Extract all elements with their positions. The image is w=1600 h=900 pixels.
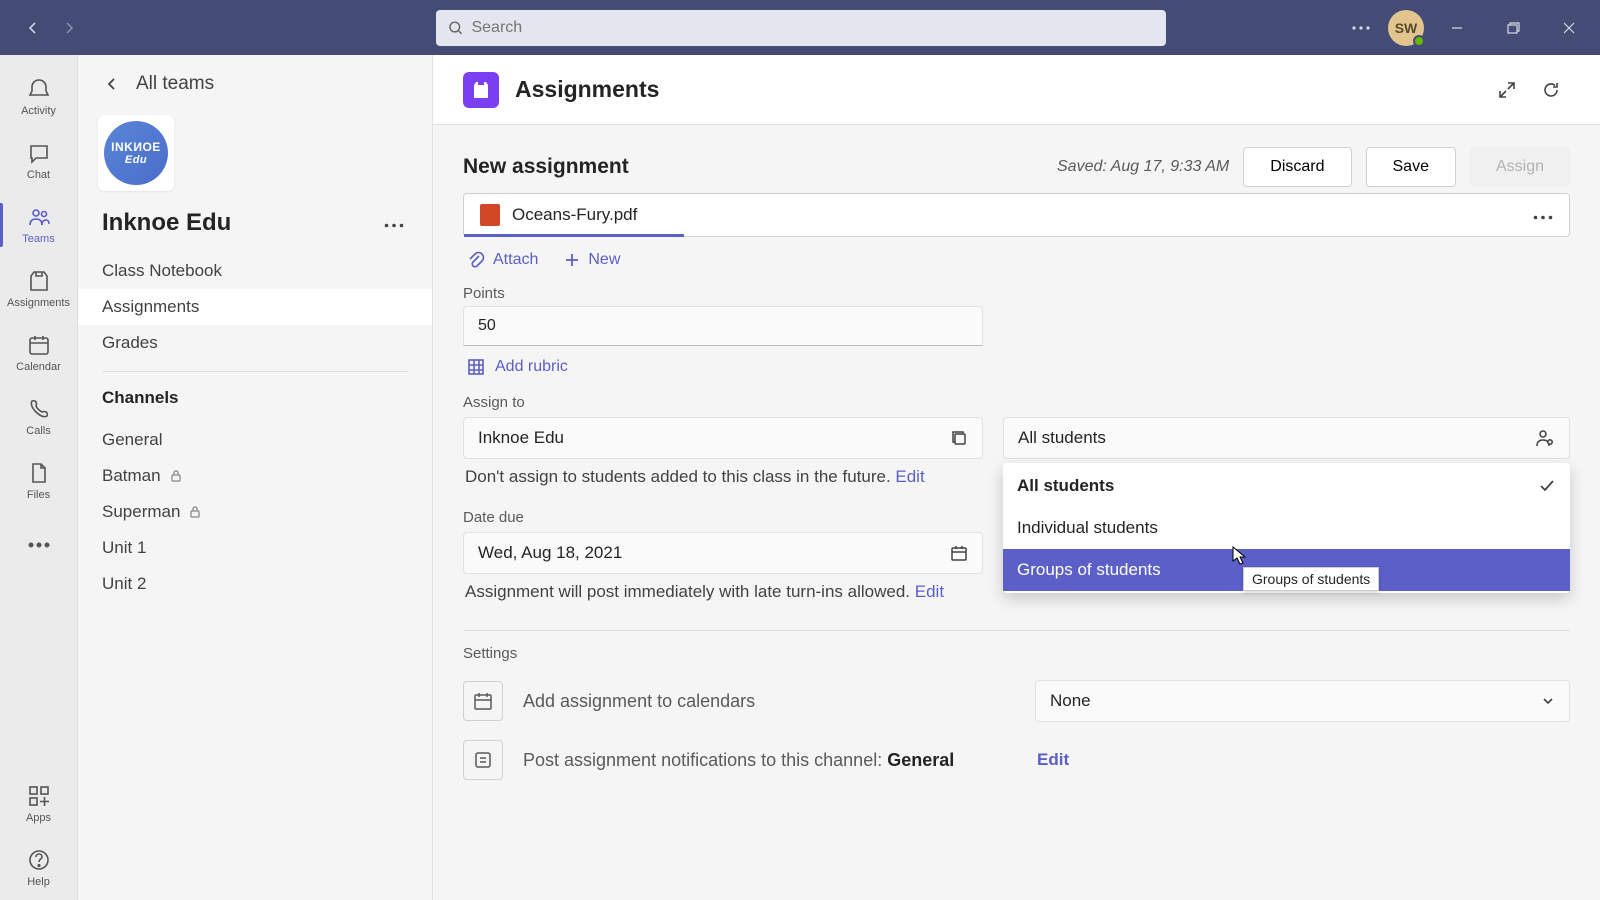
rail-apps[interactable]: Apps: [0, 772, 77, 836]
titlebar-more-button[interactable]: [1344, 11, 1378, 45]
team-more-button[interactable]: [380, 211, 408, 235]
calendar-setting-select[interactable]: None: [1035, 680, 1570, 722]
window-maximize[interactable]: [1490, 11, 1536, 45]
channel-unit-1[interactable]: Unit 1: [78, 530, 432, 566]
search-icon: [448, 20, 463, 36]
page-title: Assignments: [515, 76, 659, 103]
settings-label: Settings: [463, 645, 1570, 662]
channel-setting-label: Post assignment notifications to this ch…: [523, 750, 954, 771]
rail-label: Calls: [26, 425, 50, 437]
rail-activity[interactable]: Activity: [0, 65, 77, 129]
user-avatar[interactable]: SW: [1388, 10, 1424, 46]
team-name: Inknoe Edu: [102, 209, 380, 237]
back-button[interactable]: [16, 11, 50, 45]
channel-unit-2[interactable]: Unit 2: [78, 566, 432, 602]
upload-progress: [464, 234, 684, 237]
rail-calendar[interactable]: Calendar: [0, 321, 77, 385]
sidebar-item-class-notebook[interactable]: Class Notebook: [78, 253, 432, 289]
rail-help[interactable]: Help: [0, 836, 77, 900]
channel-batman[interactable]: Batman: [78, 458, 432, 494]
forward-button[interactable]: [52, 11, 86, 45]
rail-more[interactable]: [0, 513, 77, 577]
sidebar-separator: [102, 371, 408, 372]
rail-chat[interactable]: Chat: [0, 129, 77, 193]
points-label: Points: [463, 285, 1570, 302]
points-input[interactable]: 50: [463, 306, 983, 346]
refresh-button[interactable]: [1532, 71, 1570, 109]
presence-indicator: [1413, 35, 1425, 47]
attached-file[interactable]: Oceans-Fury.pdf: [463, 193, 1570, 237]
pdf-icon: [480, 204, 500, 226]
assign-button: Assign: [1470, 147, 1570, 187]
dropdown-individual-students[interactable]: Individual students: [1003, 507, 1570, 549]
calendar-setting-label: Add assignment to calendars: [523, 691, 755, 712]
channel-general[interactable]: General: [78, 422, 432, 458]
rail-files[interactable]: Files: [0, 449, 77, 513]
window-minimize[interactable]: [1434, 11, 1480, 45]
settings-separator: [463, 630, 1570, 631]
chevron-down-icon: [1541, 694, 1555, 708]
rail-label: Assignments: [7, 297, 70, 309]
assign-to-students-select[interactable]: All students: [1003, 417, 1570, 459]
avatar-initials: SW: [1395, 20, 1418, 36]
cursor-icon: [1230, 545, 1248, 567]
rail-label: Chat: [27, 169, 50, 181]
assignments-app-icon: [463, 72, 499, 108]
add-rubric-button[interactable]: Add rubric: [463, 346, 1570, 378]
person-add-icon: [1535, 428, 1555, 448]
all-teams-label[interactable]: All teams: [136, 73, 214, 95]
lock-icon: [188, 505, 202, 519]
date-due-input[interactable]: Wed, Aug 18, 2021: [463, 532, 983, 574]
rail-assignments[interactable]: Assignments: [0, 257, 77, 321]
search-box[interactable]: [436, 10, 1166, 46]
attach-button[interactable]: Attach: [467, 251, 538, 269]
calendar-setting-icon: [463, 681, 503, 721]
check-icon: [1538, 477, 1556, 495]
expand-button[interactable]: [1488, 71, 1526, 109]
file-name: Oceans-Fury.pdf: [512, 205, 637, 225]
rail-label: Apps: [26, 812, 51, 824]
calendar-icon: [950, 544, 968, 562]
window-close[interactable]: [1546, 11, 1592, 45]
dropdown-all-students[interactable]: All students: [1003, 465, 1570, 507]
saved-timestamp: Saved: Aug 17, 9:33 AM: [1057, 158, 1229, 176]
rail-label: Teams: [22, 233, 54, 245]
team-tile[interactable]: INKИOE Edu: [98, 115, 174, 191]
channel-superman[interactable]: Superman: [78, 494, 432, 530]
edit-future-link[interactable]: Edit: [895, 467, 924, 486]
discard-button[interactable]: Discard: [1243, 147, 1351, 187]
rail-label: Files: [27, 489, 50, 501]
future-students-note: Don't assign to students added to this c…: [463, 459, 983, 495]
rail-label: Help: [27, 876, 50, 888]
form-heading: New assignment: [463, 155, 629, 179]
tooltip: Groups of students: [1243, 567, 1379, 591]
all-teams-back[interactable]: [102, 74, 122, 94]
sidebar-item-grades[interactable]: Grades: [78, 325, 432, 361]
lock-icon: [169, 469, 183, 483]
rail-calls[interactable]: Calls: [0, 385, 77, 449]
sidebar-item-assignments[interactable]: Assignments: [78, 289, 432, 325]
assign-to-label: Assign to: [463, 394, 1570, 411]
search-input[interactable]: [471, 19, 1154, 37]
rail-label: Calendar: [16, 361, 61, 373]
new-button[interactable]: New: [564, 251, 620, 269]
team-avatar: INKИOE Edu: [104, 121, 168, 185]
edit-channel-link[interactable]: Edit: [1035, 750, 1570, 770]
rail-teams[interactable]: Teams: [0, 193, 77, 257]
file-more-button[interactable]: [1533, 207, 1553, 223]
save-button[interactable]: Save: [1366, 147, 1456, 187]
post-schedule-note: Assignment will post immediately with la…: [463, 574, 983, 610]
rail-label: Activity: [21, 105, 56, 117]
assign-to-class-select[interactable]: Inknoe Edu: [463, 417, 983, 459]
channels-header: Channels: [78, 384, 432, 416]
edit-schedule-link[interactable]: Edit: [915, 582, 944, 601]
copy-icon: [950, 429, 968, 447]
channel-setting-icon: [463, 740, 503, 780]
